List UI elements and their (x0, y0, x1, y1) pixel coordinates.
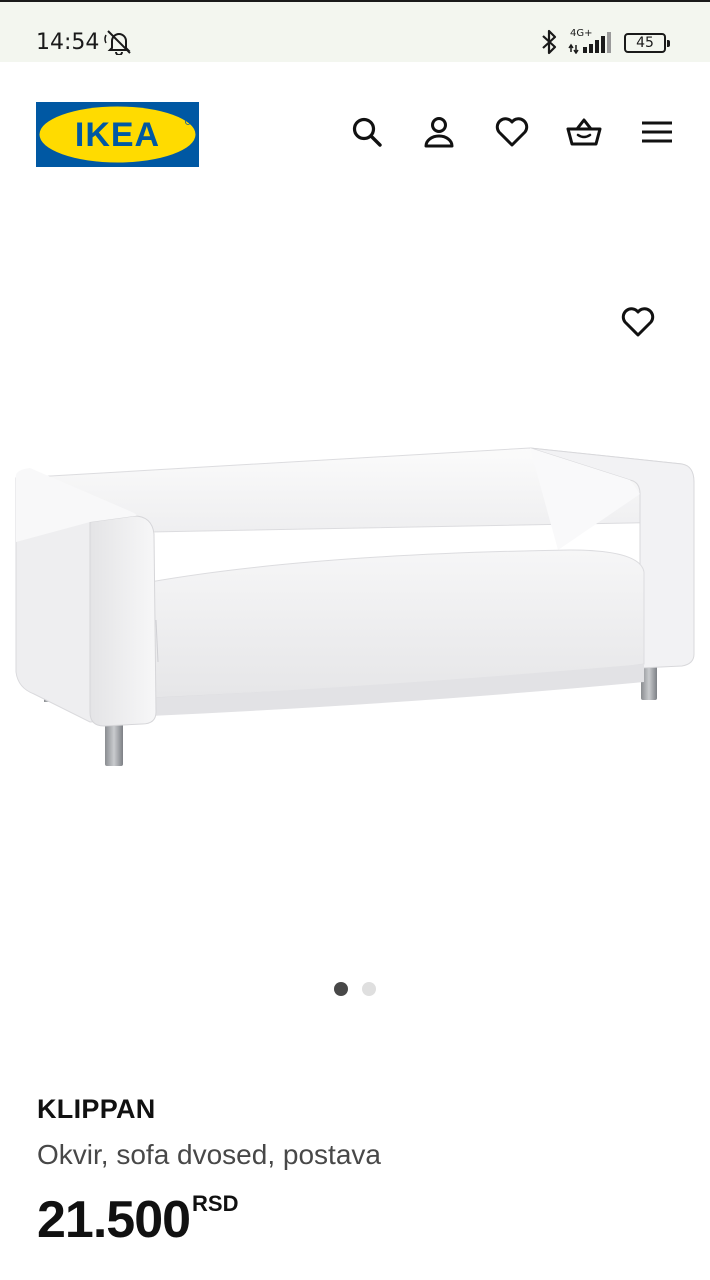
gallery-dot-1[interactable] (334, 982, 348, 996)
price-currency: RSD (192, 1191, 239, 1216)
product-image-sofa (15, 447, 695, 766)
product-price: 21.500RSD (37, 1190, 239, 1250)
signal-icon (568, 32, 611, 54)
site-header: IKEA (0, 62, 710, 202)
gallery-dot-2[interactable] (362, 982, 376, 996)
product-description: Okvir, sofa dvosed, postava (37, 1139, 381, 1170)
product-gallery[interactable] (0, 202, 710, 1022)
bluetooth-icon (542, 29, 557, 55)
mute-bell-icon (104, 30, 131, 55)
ikea-logo[interactable]: IKEA (36, 102, 199, 167)
status-time: 14:54 (36, 30, 100, 55)
price-value: 21.500 (37, 1191, 191, 1249)
cart-icon[interactable] (566, 114, 602, 150)
gallery-pagination (0, 982, 710, 998)
heart-icon[interactable] (494, 114, 530, 150)
status-bar: 14:54 4G+ 45 (0, 0, 710, 62)
product-name: KLIPPAN (37, 1094, 156, 1124)
profile-icon[interactable] (421, 114, 457, 150)
menu-icon[interactable] (639, 114, 675, 150)
ikea-logo-text: IKEA (75, 116, 160, 154)
search-icon[interactable] (349, 114, 385, 150)
battery-indicator: 45 (624, 33, 670, 53)
add-to-favorites-heart-icon[interactable] (620, 304, 656, 340)
